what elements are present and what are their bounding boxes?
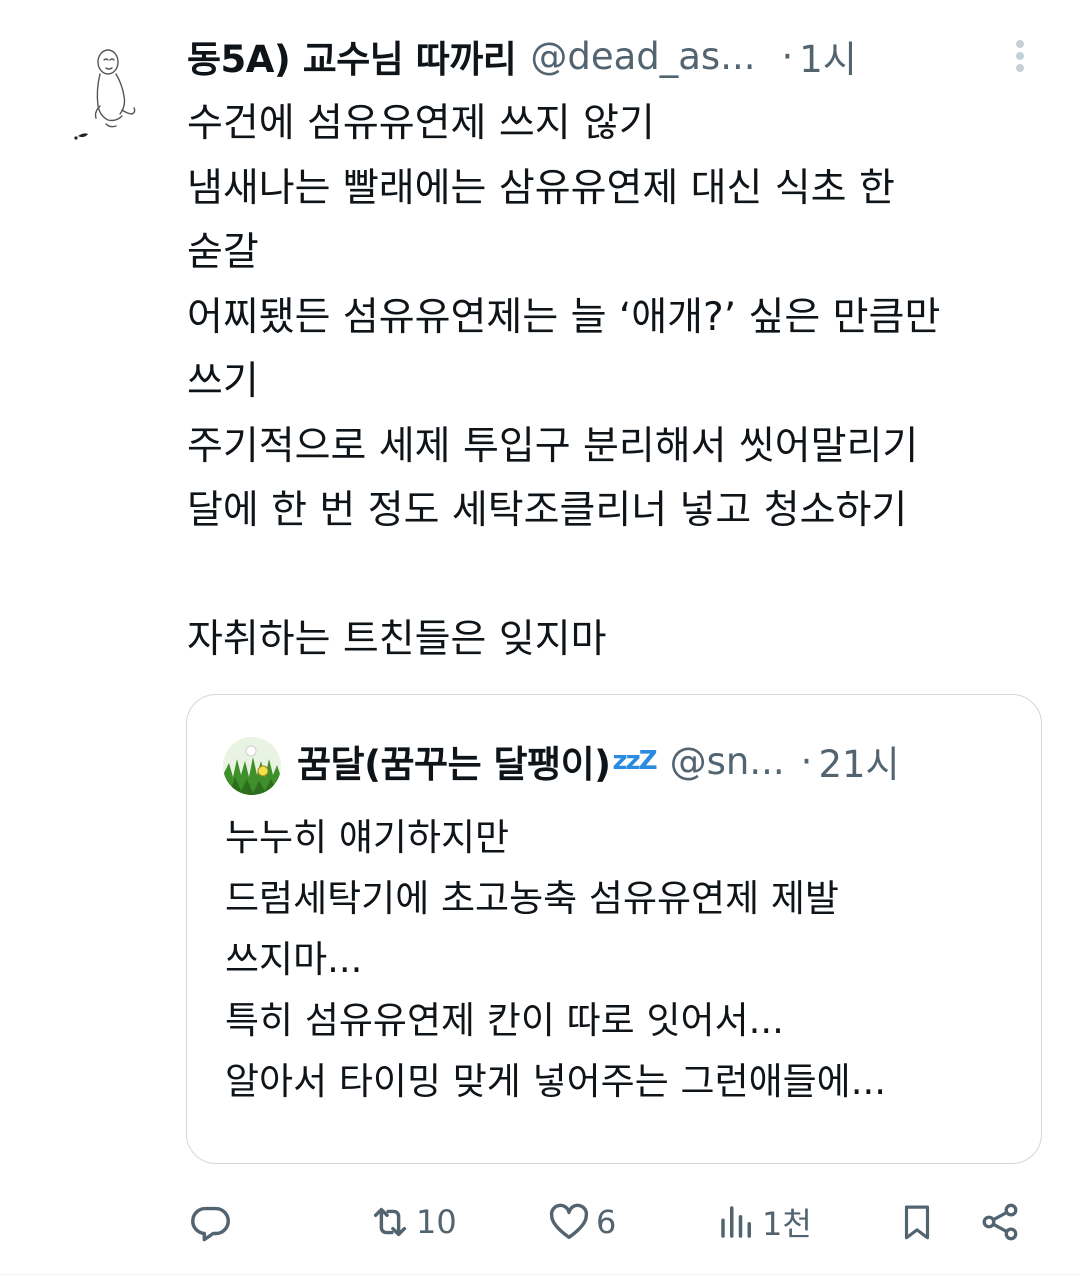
tweet-line: 어찌됐든 섬유유연제는 늘 ‘애개?’ 싶은 만큼만 [187, 294, 941, 340]
author-name[interactable]: 동5A) 교수님 따까리 [187, 29, 517, 83]
quoted-tweet-header: 꿈달(꿈꾸는 달팽이) zzZ @sn... · 21시 [297, 733, 1017, 789]
analytics-bars-icon [721, 1206, 751, 1238]
tweet-line: 수건에 섬유유연제 쓰지 않기 [187, 101, 655, 146]
retweet-icon [373, 1207, 407, 1237]
more-vertical-icon [1016, 40, 1024, 72]
like-count: 6 [596, 1203, 617, 1241]
quoted-line: 특히 섬유유연제 칸이 따로 잇어서... [225, 999, 784, 1042]
tweet-line: 주기적으로 세제 투입구 분리해서 씻어말리기 [187, 423, 919, 469]
tweet-action-bar: 10 6 1천 [0, 1190, 1080, 1254]
tweet-body: 수건에 섬유유연제 쓰지 않기 냄새나는 빨래에는 삼유유연제 대신 식초 한 … [187, 92, 1047, 673]
tweet-line: 냄새나는 빨래에는 삼유유연제 대신 식초 한 [187, 165, 895, 211]
quoted-line: 쓰지마... [225, 938, 363, 981]
quoted-line: 알아서 타이밍 맞게 넣어주는 그런애들에... [225, 1060, 887, 1103]
like-button[interactable]: 6 [546, 1198, 616, 1246]
tweet-line: 달에 한 번 정도 세탁조클리너 넣고 청소하기 [187, 488, 908, 533]
quoted-tweet-body: 누누히 얘기하지만 드럼세탁기에 초고농축 섬유유연제 제발 쓰지마... 특히… [225, 807, 1025, 1112]
retweet-button[interactable]: 10 [366, 1198, 457, 1246]
heart-icon [549, 1203, 589, 1240]
quoted-author-avatar [223, 737, 281, 795]
quoted-tweet-card[interactable]: 꿈달(꿈꾸는 달팽이) zzZ @sn... · 21시 누누히 얘기하지만 드… [186, 694, 1042, 1164]
tweet-line: 쓰기 [187, 359, 259, 404]
views-count: 1천 [762, 1205, 812, 1243]
sleep-zzz-icon: zzZ [612, 746, 658, 776]
divider [0, 1274, 1080, 1275]
tweet-line: 자취하는 트친들은 잊지마 [187, 617, 607, 662]
separator-dot: · [800, 739, 813, 783]
quoted-line: 드럼세탁기에 초고농축 섬유유연제 제발 [225, 877, 839, 920]
tweet-header: 동5A) 교수님 따까리 @dead_as... · 1시 [187, 28, 967, 84]
more-options-button[interactable] [1005, 36, 1035, 76]
quoted-author-handle: @sn... [669, 739, 785, 783]
tweet-line [187, 544, 1047, 609]
author-handle[interactable]: @dead_as... [530, 35, 755, 78]
quoted-line: 누누히 얘기하지만 [225, 816, 510, 859]
bookmark-button[interactable] [896, 1198, 938, 1246]
grass-snail-icon [223, 737, 281, 795]
reply-icon [191, 1206, 230, 1242]
tweet-timestamp[interactable]: 1시 [799, 29, 857, 83]
share-button[interactable] [978, 1198, 1022, 1246]
retweet-count: 10 [416, 1203, 457, 1241]
quoted-author-name: 꿈달(꿈꾸는 달팽이) [297, 743, 611, 786]
quoted-tweet-timestamp: 21시 [818, 743, 900, 786]
views-button[interactable]: 1천 [716, 1198, 812, 1246]
bookmark-icon [904, 1205, 930, 1240]
avatar-sketch-icon [74, 49, 136, 140]
reply-button[interactable] [188, 1198, 234, 1246]
author-avatar[interactable] [70, 40, 152, 150]
separator-dot: · [781, 34, 794, 78]
tweet-line: 숟갈 [187, 230, 259, 275]
share-icon [982, 1203, 1018, 1241]
